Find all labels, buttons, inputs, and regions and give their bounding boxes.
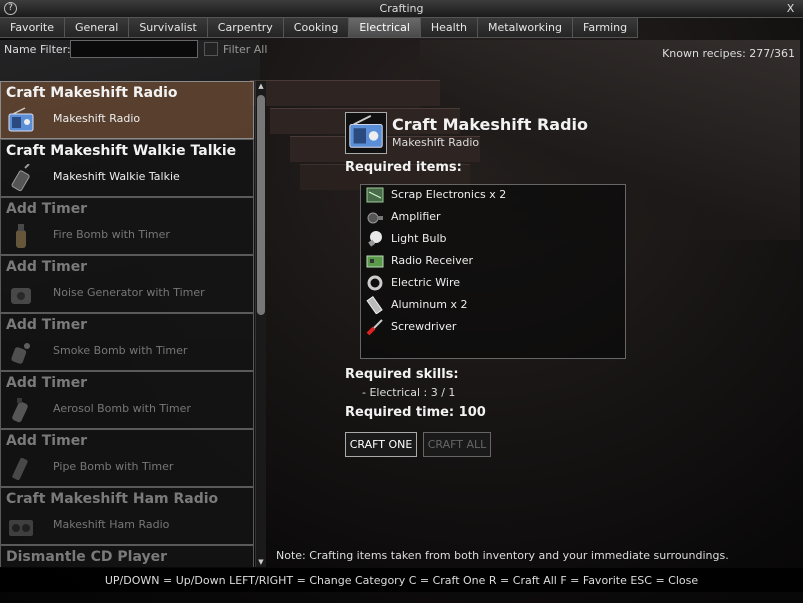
required-items-list: Scrap Electronics x 2 Amplifier Light Bu…	[360, 184, 626, 359]
recipe-result: Smoke Bomb with Timer	[53, 344, 188, 357]
craft-all-button[interactable]: CRAFT ALL	[423, 432, 491, 457]
electric-wire-icon	[367, 275, 383, 291]
recipe-item[interactable]: Craft Makeshift Walkie Talkie Makeshift …	[0, 139, 254, 197]
recipe-item[interactable]: Dismantle CD Player	[0, 545, 254, 567]
required-item: Amplifier	[365, 207, 620, 227]
scrollbar-thumb[interactable]	[257, 95, 265, 315]
tab-health[interactable]: Health	[420, 18, 479, 38]
filter-all-label: Filter All	[223, 43, 268, 56]
screwdriver-icon	[366, 319, 383, 336]
required-skills-heading: Required skills:	[345, 367, 459, 382]
recipe-result: Noise Generator with Timer	[53, 286, 205, 299]
recipe-name: Add Timer	[6, 317, 88, 333]
required-item-name: Screwdriver	[391, 320, 457, 333]
amplifier-icon	[367, 212, 383, 224]
required-skill: - Electrical : 3 / 1	[362, 386, 456, 399]
fire-bomb-icon	[16, 224, 26, 248]
recipe-list-scrollbar[interactable]: ▲ ▼	[255, 81, 266, 567]
required-item-name: Electric Wire	[391, 276, 460, 289]
recipe-result: Fire Bomb with Timer	[53, 228, 170, 241]
known-recipes-count: Known recipes: 277/361	[662, 47, 795, 60]
recipe-name: Craft Makeshift Ham Radio	[6, 491, 219, 507]
scroll-up-icon[interactable]: ▲	[256, 81, 266, 91]
recipe-result: Makeshift Radio	[53, 112, 141, 125]
recipe-name: Add Timer	[6, 433, 88, 449]
recipe-name: Add Timer	[6, 259, 88, 275]
recipe-name: Craft Makeshift Walkie Talkie	[6, 143, 237, 159]
pipe-bomb-icon	[12, 457, 28, 481]
required-item-name: Scrap Electronics x 2	[391, 188, 507, 201]
craft-one-button[interactable]: CRAFT ONE	[345, 432, 417, 457]
required-item: Screwdriver	[365, 317, 620, 337]
tab-general[interactable]: General	[64, 18, 130, 38]
close-icon[interactable]: X	[784, 2, 797, 15]
recipe-item[interactable]: Add Timer Smoke Bomb with Timer	[0, 313, 254, 371]
recipe-result: Aerosol Bomb with Timer	[53, 402, 191, 415]
detail-title: Craft Makeshift Radio	[392, 115, 589, 134]
light-bulb-icon	[368, 231, 382, 247]
recipe-item[interactable]: Add Timer Pipe Bomb with Timer	[0, 429, 254, 487]
recipe-result: Pipe Bomb with Timer	[53, 460, 174, 473]
required-time: Required time: 100	[345, 405, 486, 420]
recipe-name: Craft Makeshift Radio	[6, 85, 178, 101]
window-title-bar[interactable]: ? Crafting X	[0, 0, 803, 18]
name-filter-input[interactable]	[70, 40, 198, 58]
tab-favorite[interactable]: Favorite	[0, 18, 65, 38]
recipe-name: Add Timer	[6, 201, 88, 217]
scroll-down-icon[interactable]: ▼	[256, 557, 266, 567]
required-items-heading: Required items:	[345, 160, 462, 175]
ham-radio-icon	[9, 520, 33, 536]
tab-electrical[interactable]: Electrical	[349, 18, 421, 38]
required-item-name: Amplifier	[391, 210, 441, 223]
recipe-item[interactable]: Add Timer Noise Generator with Timer	[0, 255, 254, 313]
radio-icon	[8, 107, 34, 132]
tab-cooking[interactable]: Cooking	[283, 18, 350, 38]
radio-receiver-icon	[366, 255, 384, 268]
required-item: Electric Wire	[365, 273, 620, 293]
required-item: Light Bulb	[365, 229, 620, 249]
recipe-item[interactable]: Craft Makeshift Radio Makeshift Radio	[0, 81, 254, 139]
crafting-note: Note: Crafting items taken from both inv…	[276, 549, 729, 562]
recipe-item[interactable]: Craft Makeshift Ham Radio Makeshift Ham …	[0, 487, 254, 545]
radio-icon	[345, 112, 387, 154]
recipe-item[interactable]: Add Timer Fire Bomb with Timer	[0, 197, 254, 255]
background-stair	[250, 80, 440, 106]
tab-farming[interactable]: Farming	[573, 18, 639, 38]
tab-metalworking[interactable]: Metalworking	[478, 18, 574, 38]
aerosol-bomb-icon	[12, 398, 28, 423]
smoke-bomb-icon	[11, 343, 30, 364]
keyboard-hints: UP/DOWN = Up/Down LEFT/RIGHT = Change Ca…	[104, 574, 699, 587]
required-item: Scrap Electronics x 2	[365, 185, 620, 205]
walkie-talkie-icon	[11, 164, 30, 192]
required-item-name: Light Bulb	[391, 232, 447, 245]
scrap-electronics-icon	[366, 187, 384, 203]
aluminum-icon	[366, 296, 383, 314]
required-item-name: Radio Receiver	[391, 254, 473, 267]
required-item: Aluminum x 2	[365, 295, 620, 315]
required-item: Radio Receiver	[365, 251, 620, 271]
recipe-result: Makeshift Ham Radio	[53, 518, 170, 531]
name-filter-label: Name Filter:	[4, 43, 71, 56]
filter-all-checkbox[interactable]	[204, 42, 218, 56]
recipe-item[interactable]: Add Timer Aerosol Bomb with Timer	[0, 371, 254, 429]
category-tabs: Favorite General Survivalist Carpentry C…	[0, 18, 639, 38]
tab-survivalist[interactable]: Survivalist	[129, 18, 208, 38]
window-title: Crafting	[379, 2, 424, 15]
keyboard-hints-bar: UP/DOWN = Up/Down LEFT/RIGHT = Change Ca…	[0, 568, 803, 592]
detail-result: Makeshift Radio	[392, 136, 480, 149]
recipe-result: Makeshift Walkie Talkie	[53, 170, 180, 183]
noise-generator-icon	[11, 288, 31, 304]
tab-carpentry[interactable]: Carpentry	[207, 18, 284, 38]
recipe-name: Add Timer	[6, 375, 88, 391]
required-item-name: Aluminum x 2	[391, 298, 468, 311]
recipe-list: Craft Makeshift Radio Makeshift Radio Cr…	[0, 81, 254, 567]
recipe-name: Dismantle CD Player	[6, 549, 167, 565]
